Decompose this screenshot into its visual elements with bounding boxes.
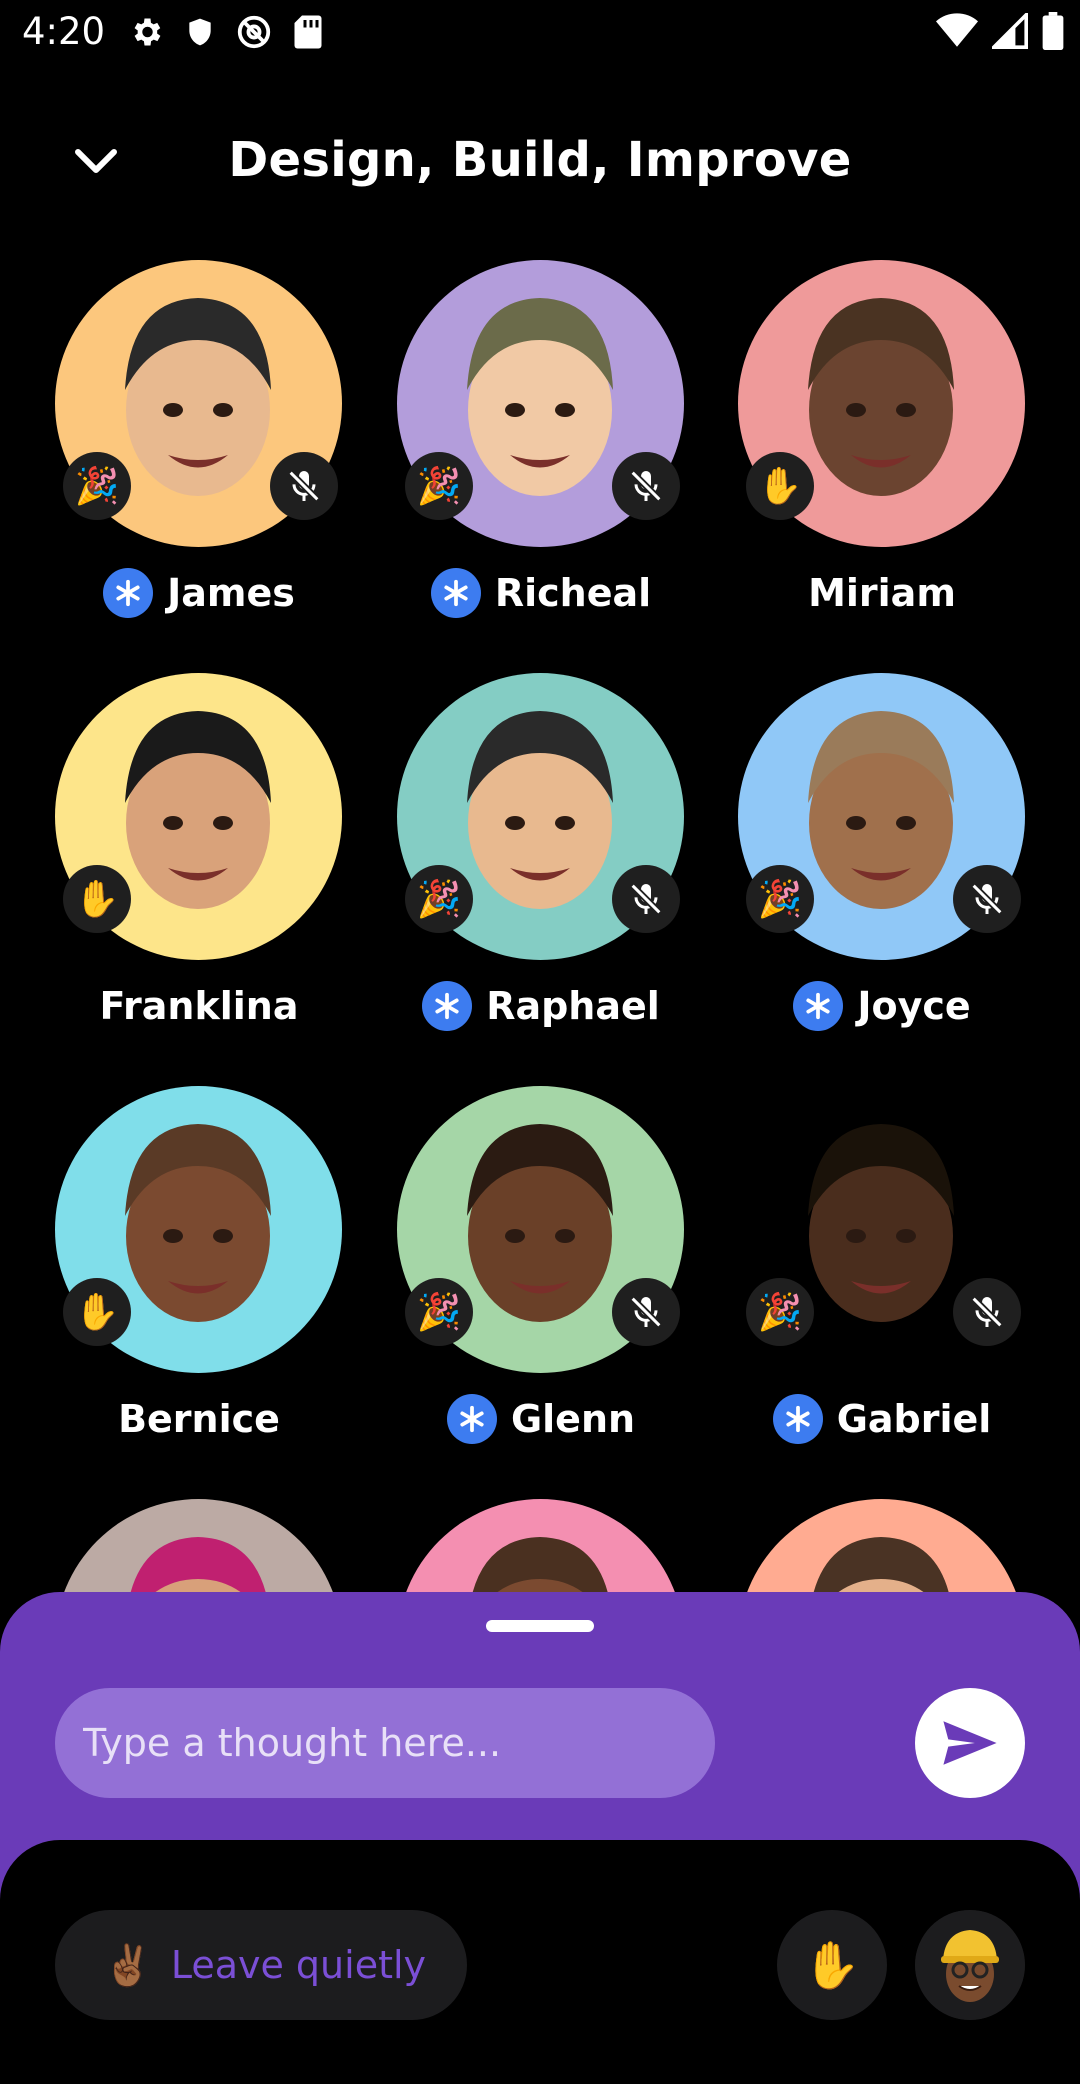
- participant-name-row: Bernice: [50, 1384, 348, 1454]
- participant-name: James: [167, 571, 295, 615]
- participant-name-row: Glenn: [392, 1384, 690, 1454]
- participant-tile[interactable]: 🎉 Raphael: [392, 673, 692, 1073]
- participant-name: Raphael: [486, 984, 660, 1028]
- participant-name: Joyce: [857, 984, 971, 1028]
- avatar: [738, 1499, 1025, 1592]
- participant-name: Miriam: [808, 571, 956, 615]
- leave-quietly-button[interactable]: ✌🏾 Leave quietly: [55, 1910, 467, 2020]
- raised-hand-badge-icon: ✋: [63, 1278, 131, 1346]
- mic-muted-icon: [270, 452, 338, 520]
- participant-name: Richeal: [494, 571, 652, 615]
- send-icon: [943, 1721, 997, 1765]
- peace-sign-icon: ✌🏾: [103, 1942, 153, 1989]
- moderator-star-icon: [430, 568, 481, 618]
- avatar: [55, 1499, 342, 1592]
- self-avatar: [915, 1910, 1025, 2020]
- participant-tile[interactable]: 🎉 Glenn: [392, 1086, 692, 1486]
- moderator-star-icon: [793, 981, 844, 1031]
- participant-tile[interactable]: 🎉 Joyce: [733, 673, 1033, 1073]
- participant-tile[interactable]: [392, 1499, 692, 1592]
- participant-name: Gabriel: [836, 1397, 992, 1441]
- raised-hand-badge-icon: ✋: [63, 865, 131, 933]
- participant-tile[interactable]: 🎉 Gabriel: [733, 1086, 1033, 1486]
- mic-muted-icon: [612, 452, 680, 520]
- participant-name-row: Richeal: [392, 558, 690, 628]
- participant-tile[interactable]: [50, 1499, 350, 1592]
- participant-grid: 🎉 James 🎉 Richeal ✋ Miriam ✋ Franklina 🎉 Raphael 🎉…: [0, 0, 1080, 1592]
- page-title: Design, Build, Improve: [228, 132, 852, 188]
- thought-input[interactable]: [55, 1688, 715, 1798]
- mic-muted-icon: [953, 1278, 1021, 1346]
- party-popper-badge-icon: 🎉: [63, 452, 131, 520]
- party-popper-badge-icon: 🎉: [405, 452, 473, 520]
- participant-name-row: Joyce: [733, 971, 1031, 1041]
- self-avatar-button[interactable]: [915, 1910, 1025, 2020]
- leave-quietly-label: Leave quietly: [170, 1943, 427, 1987]
- moderator-star-icon: [103, 568, 154, 618]
- drag-handle[interactable]: [486, 1620, 594, 1632]
- participant-tile[interactable]: ✋ Bernice: [50, 1086, 350, 1486]
- participant-name: Bernice: [118, 1397, 280, 1441]
- participant-name-row: Franklina: [50, 971, 348, 1041]
- participant-name: Franklina: [99, 984, 299, 1028]
- party-popper-badge-icon: 🎉: [746, 865, 814, 933]
- party-popper-badge-icon: 🎉: [746, 1278, 814, 1346]
- participant-name-row: Raphael: [392, 971, 690, 1041]
- mic-muted-icon: [612, 865, 680, 933]
- participant-tile[interactable]: [733, 1499, 1033, 1592]
- header: Design, Build, Improve: [0, 120, 1080, 204]
- party-popper-badge-icon: 🎉: [405, 1278, 473, 1346]
- raise-hand-button[interactable]: ✋: [777, 1910, 887, 2020]
- moderator-star-icon: [446, 1394, 497, 1444]
- participant-tile[interactable]: 🎉 James: [50, 260, 350, 660]
- send-button[interactable]: [915, 1688, 1025, 1798]
- moderator-star-icon: [772, 1394, 823, 1444]
- participant-tile[interactable]: ✋ Franklina: [50, 673, 350, 1073]
- mic-muted-icon: [612, 1278, 680, 1346]
- mic-muted-icon: [953, 865, 1021, 933]
- moderator-star-icon: [422, 981, 473, 1031]
- participant-tile[interactable]: ✋ Miriam: [733, 260, 1033, 660]
- participant-name-row: James: [50, 558, 348, 628]
- party-popper-badge-icon: 🎉: [405, 865, 473, 933]
- participant-name-row: Gabriel: [733, 1384, 1031, 1454]
- avatar: [397, 1499, 684, 1592]
- participant-name: Glenn: [510, 1397, 636, 1441]
- bottom-bar: ✌🏾 Leave quietly ✋: [0, 1840, 1080, 2084]
- participant-tile[interactable]: 🎉 Richeal: [392, 260, 692, 660]
- raised-hand-icon: ✋: [803, 1937, 861, 1992]
- participant-name-row: Miriam: [733, 558, 1031, 628]
- raised-hand-badge-icon: ✋: [746, 452, 814, 520]
